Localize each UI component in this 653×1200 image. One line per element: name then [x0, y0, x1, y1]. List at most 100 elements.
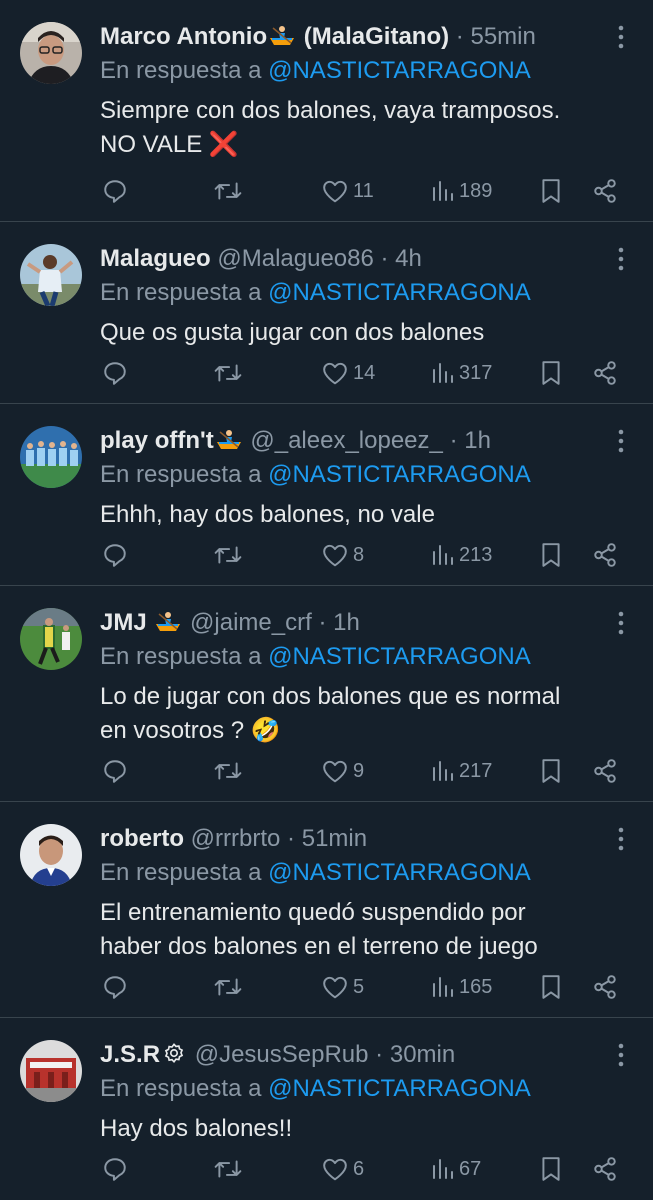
user-handle[interactable]: @jaime_crf — [190, 609, 312, 636]
timestamp[interactable]: 30min — [390, 1041, 455, 1068]
bookmark-button[interactable] — [540, 972, 562, 1002]
reply-button[interactable] — [102, 176, 128, 206]
reply-item[interactable]: J.S.R @JesusSepRub · 30min En respuesta … — [0, 1018, 653, 1200]
reply-button[interactable] — [102, 972, 128, 1002]
avatar-player-sky-icon — [20, 244, 82, 306]
reply-icon — [104, 1158, 126, 1181]
heart-icon — [323, 544, 347, 567]
user-handle[interactable]: @_aleex_lopeez_ — [250, 427, 443, 454]
share-button[interactable] — [592, 972, 618, 1002]
reply-context: En respuesta a @NASTICTARRAGONA — [100, 276, 531, 310]
heart-icon — [323, 976, 347, 999]
heart-icon — [323, 362, 347, 385]
reply-header: J.S.R @JesusSepRub · 30min — [100, 1038, 593, 1072]
like-button[interactable]: 8 — [322, 540, 364, 570]
avatar[interactable] — [20, 426, 82, 488]
display-name[interactable]: JMJ — [100, 609, 147, 636]
mention-link[interactable]: @NASTICTARRAGONA — [268, 279, 531, 306]
timestamp[interactable]: 1h — [464, 427, 491, 454]
reply-prefix: En respuesta a — [100, 1075, 262, 1102]
mention-link[interactable]: @NASTICTARRAGONA — [268, 1075, 531, 1102]
more-options-icon[interactable] — [615, 826, 627, 852]
share-button[interactable] — [592, 1154, 618, 1184]
reply-header: play offn't @_aleex_lopeez_ · 1h — [100, 424, 593, 458]
views-button[interactable]: 165 — [430, 972, 492, 1002]
share-button[interactable] — [592, 756, 618, 786]
views-button[interactable]: 189 — [430, 176, 492, 206]
more-options-icon[interactable] — [615, 1042, 627, 1068]
retweet-button[interactable] — [214, 756, 242, 786]
retweet-icon — [214, 762, 242, 780]
mention-link[interactable]: @NASTICTARRAGONA — [268, 57, 531, 84]
display-name[interactable]: J.S.R — [100, 1041, 160, 1068]
more-options-icon[interactable] — [615, 428, 627, 454]
display-name[interactable]: play offn't — [100, 427, 214, 454]
retweet-button[interactable] — [214, 540, 242, 570]
retweet-icon — [214, 182, 242, 200]
bookmark-button[interactable] — [540, 358, 562, 388]
reply-button[interactable] — [102, 358, 128, 388]
mention-link[interactable]: @NASTICTARRAGONA — [268, 461, 531, 488]
more-options-icon[interactable] — [615, 24, 627, 50]
retweet-button[interactable] — [214, 972, 242, 1002]
timestamp[interactable]: 1h — [333, 609, 360, 636]
display-name[interactable]: roberto — [100, 825, 184, 852]
reply-button[interactable] — [102, 1154, 128, 1184]
views-button[interactable]: 217 — [430, 756, 492, 786]
display-name[interactable]: Malagueo — [100, 245, 211, 272]
avatar[interactable] — [20, 824, 82, 886]
like-button[interactable]: 11 — [322, 176, 374, 206]
timestamp[interactable]: 4h — [395, 245, 422, 272]
mention-link[interactable]: @NASTICTARRAGONA — [268, 643, 531, 670]
view-count: 317 — [459, 361, 493, 384]
user-handle[interactable]: @JesusSepRub — [195, 1041, 369, 1068]
share-button[interactable] — [592, 540, 618, 570]
like-button[interactable]: 5 — [322, 972, 364, 1002]
share-icon — [594, 361, 616, 385]
timestamp[interactable]: 55min — [470, 23, 535, 50]
bookmark-button[interactable] — [540, 540, 562, 570]
user-handle[interactable]: @rrrbrto — [191, 825, 281, 852]
separator-dot: · — [455, 23, 464, 50]
reply-item[interactable]: Marco Antonio (MalaGitano) · 55min En re… — [0, 0, 653, 222]
separator-dot: · — [380, 245, 389, 272]
user-handle[interactable]: @Malagueo86 — [217, 245, 373, 272]
like-button[interactable]: 6 — [322, 1154, 364, 1184]
mention-link[interactable]: @NASTICTARRAGONA — [268, 859, 531, 886]
avatar[interactable] — [20, 22, 82, 84]
more-options-icon[interactable] — [615, 610, 627, 636]
avatar[interactable] — [20, 1040, 82, 1102]
bookmark-button[interactable] — [540, 1154, 562, 1184]
reply-button[interactable] — [102, 756, 128, 786]
like-button[interactable]: 14 — [322, 358, 375, 388]
separator-dot: · — [449, 427, 458, 454]
action-bar: 14 317 — [100, 358, 633, 388]
retweet-icon — [214, 546, 242, 564]
reply-context: En respuesta a @NASTICTARRAGONA — [100, 54, 531, 88]
like-button[interactable]: 9 — [322, 756, 364, 786]
action-bar: 5 165 — [100, 972, 633, 1002]
views-button[interactable]: 213 — [430, 540, 492, 570]
share-button[interactable] — [592, 176, 618, 206]
like-count: 11 — [353, 179, 374, 202]
views-button[interactable]: 67 — [430, 1154, 481, 1184]
retweet-button[interactable] — [214, 358, 242, 388]
share-icon — [594, 543, 616, 567]
avatar[interactable] — [20, 608, 82, 670]
bookmark-button[interactable] — [540, 756, 562, 786]
more-options-icon[interactable] — [615, 246, 627, 272]
reply-item[interactable]: roberto @rrrbrto · 51min En respuesta a … — [0, 802, 653, 1018]
retweet-button[interactable] — [214, 1154, 242, 1184]
reply-item[interactable]: play offn't @_aleex_lopeez_ · 1h En resp… — [0, 404, 653, 586]
retweet-button[interactable] — [214, 176, 242, 206]
timestamp[interactable]: 51min — [302, 825, 367, 852]
reply-item[interactable]: Malagueo @Malagueo86 · 4h En respuesta a… — [0, 222, 653, 404]
bookmark-button[interactable] — [540, 176, 562, 206]
views-button[interactable]: 317 — [430, 358, 492, 388]
reply-item[interactable]: JMJ @jaime_crf · 1h En respuesta a @NAST… — [0, 586, 653, 802]
display-name[interactable]: Marco Antonio — [100, 23, 267, 50]
avatar[interactable] — [20, 244, 82, 306]
share-button[interactable] — [592, 358, 618, 388]
reply-icon — [104, 180, 126, 203]
reply-button[interactable] — [102, 540, 128, 570]
